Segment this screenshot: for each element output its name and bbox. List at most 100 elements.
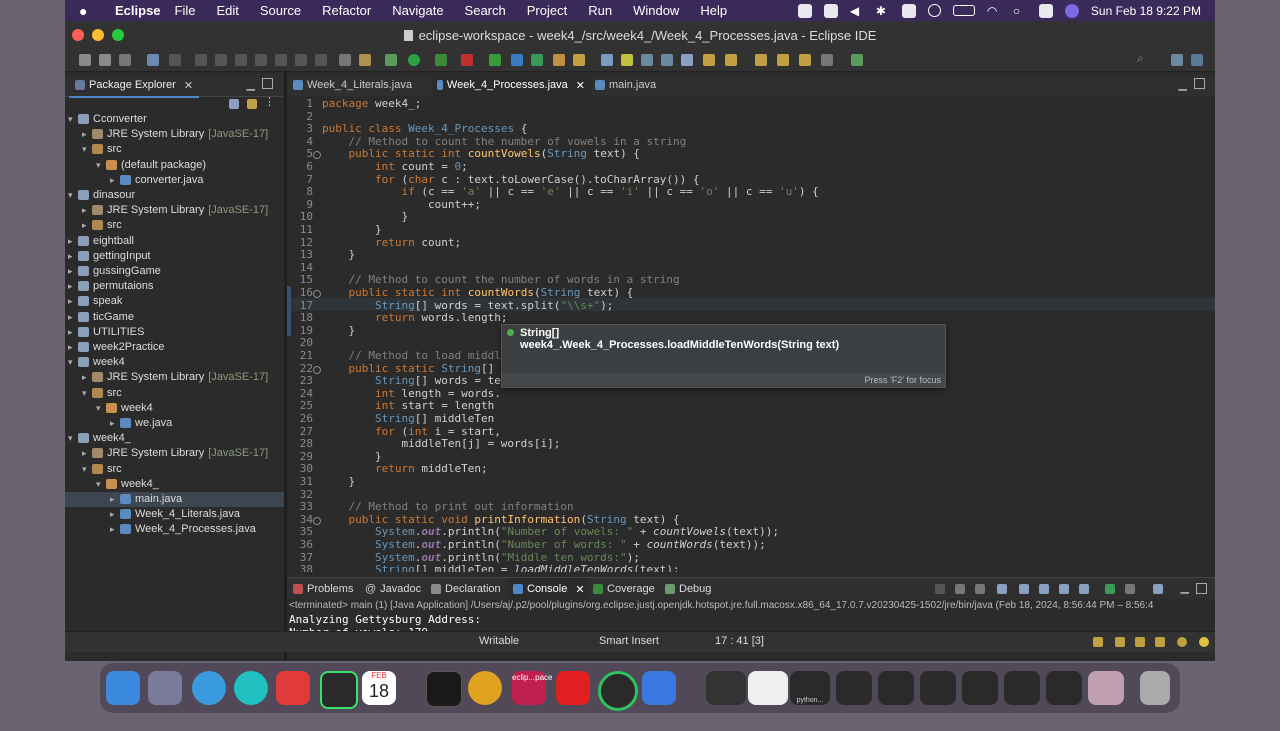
fold-toggle-icon[interactable] — [313, 290, 321, 298]
chrome-icon[interactable] — [468, 671, 502, 705]
chevron-down-icon[interactable]: ▾ — [68, 112, 78, 127]
menu-search[interactable]: Search — [465, 3, 506, 18]
step-into-icon[interactable] — [275, 54, 287, 66]
launchpad-icon[interactable] — [148, 671, 182, 705]
info-icon[interactable] — [927, 4, 941, 17]
window-thumbnail-1[interactable] — [706, 671, 746, 705]
code-line[interactable]: String[] words = te — [322, 374, 501, 388]
tree-item[interactable]: ▸ permutaions — [65, 279, 286, 294]
acrobat-icon[interactable] — [276, 671, 310, 705]
toggle-highlight-icon[interactable] — [621, 54, 633, 66]
tree-item[interactable]: ▸ gettingInput — [65, 249, 286, 264]
tab-week-4-processes[interactable]: Week_4_Processes.java ✕ — [431, 74, 591, 98]
tree-item[interactable]: ▸ speak — [65, 294, 286, 309]
code-line[interactable]: } — [322, 249, 355, 262]
clear-console-icon[interactable] — [997, 584, 1007, 594]
outline-icon[interactable] — [1135, 637, 1145, 647]
tab-javadoc[interactable]: @ Javadoc — [361, 578, 425, 600]
chevron-right-icon[interactable]: ▸ — [110, 492, 120, 507]
code-line[interactable]: if (c == 'a' || c == 'e' || c == 'i' || … — [322, 185, 818, 199]
tip-icon[interactable] — [1177, 637, 1187, 647]
chevron-right-icon[interactable]: ▸ — [68, 234, 78, 249]
scroll-lock-icon[interactable] — [1019, 584, 1029, 594]
bluetooth-icon[interactable]: ✱ — [876, 4, 890, 18]
new-package-icon[interactable] — [511, 54, 523, 66]
menu-refactor[interactable]: Refactor — [322, 3, 371, 18]
maximize-view-icon[interactable] — [262, 78, 273, 89]
window-thumbnail-9[interactable] — [1088, 671, 1124, 705]
window-thumbnail-3[interactable] — [836, 671, 872, 705]
chevron-right-icon[interactable]: ▸ — [82, 218, 92, 233]
battery-icon[interactable] — [952, 5, 975, 16]
menu-file[interactable]: File — [175, 3, 196, 18]
tab-debug[interactable]: Debug — [661, 578, 715, 600]
menu-window[interactable]: Window — [633, 3, 679, 18]
chevron-down-icon[interactable]: ▾ — [96, 477, 106, 492]
code-line[interactable]: int count = 0; — [322, 160, 468, 174]
record-icon[interactable] — [797, 3, 812, 18]
window-thumbnail-4[interactable] — [878, 671, 914, 705]
quick-access-search-icon[interactable]: ⌕ — [1137, 51, 1149, 65]
disconnect-icon[interactable] — [255, 54, 267, 66]
chevron-right-icon[interactable]: ▸ — [110, 522, 120, 537]
chevron-right-icon[interactable]: ▸ — [82, 203, 92, 218]
window-thumbnail-5[interactable] — [920, 671, 956, 705]
java-perspective-icon[interactable] — [1191, 54, 1203, 66]
window-thumbnail-8[interactable] — [1046, 671, 1082, 705]
finder-icon[interactable] — [106, 671, 140, 705]
tree-item[interactable]: ▾ Cconverter — [65, 112, 286, 127]
save-all-icon[interactable] — [119, 54, 131, 66]
code-line[interactable]: String[] middleTen = loadMiddleTenWords(… — [322, 563, 680, 572]
tree-item[interactable]: ▸ ticGame — [65, 310, 286, 325]
tab-package-explorer[interactable]: Package Explorer ✕ — [69, 74, 200, 98]
tree-item[interactable]: ▸ JRE System Library [JavaSE-17] — [65, 127, 300, 142]
new-class-icon[interactable] — [531, 54, 543, 66]
chevron-right-icon[interactable]: ▸ — [82, 370, 92, 385]
new-java-project-icon[interactable] — [489, 54, 501, 66]
tab-problems[interactable]: Problems — [289, 578, 357, 600]
window-thumbnail-2[interactable] — [748, 671, 788, 705]
window-thumbnail-6[interactable] — [962, 671, 998, 705]
debug-icon[interactable] — [385, 54, 397, 66]
trash-icon[interactable] — [1140, 671, 1170, 705]
window-thumbnail-7[interactable] — [1004, 671, 1040, 705]
tree-item[interactable]: ▸ week2Practice — [65, 340, 286, 355]
chevron-right-icon[interactable]: ▸ — [110, 173, 120, 188]
siri-icon[interactable] — [1064, 3, 1079, 18]
pycharm-icon[interactable] — [320, 671, 358, 709]
tree-item[interactable]: ▾ (default package) — [65, 158, 314, 173]
coverage-icon[interactable] — [435, 54, 447, 66]
show-on-stdout-icon[interactable] — [1059, 584, 1069, 594]
calendar-icon[interactable]: FEB 18 — [362, 671, 396, 705]
fold-toggle-icon[interactable] — [313, 151, 321, 160]
chevron-right-icon[interactable]: ▸ — [110, 507, 120, 522]
menu-edit[interactable]: Edit — [216, 3, 238, 18]
chevron-right-icon[interactable]: ▸ — [68, 279, 78, 294]
wifi-icon[interactable]: ◠ — [987, 4, 1001, 18]
eclipse-app-icon[interactable]: eclip...pace — [512, 671, 552, 705]
previous-annotation-icon[interactable] — [725, 54, 737, 66]
control-center-icon[interactable] — [1038, 3, 1053, 18]
app-menu[interactable]: Eclipse — [115, 3, 161, 18]
tab-coverage[interactable]: Coverage — [589, 578, 659, 600]
lightbulb-icon[interactable] — [1199, 637, 1209, 647]
suspend-icon[interactable] — [215, 54, 227, 66]
view-menu-icon[interactable]: ⋮ — [264, 95, 275, 108]
tree-item[interactable]: ▸ src — [65, 218, 300, 233]
tree-item[interactable]: ▾ week4_ — [65, 431, 286, 446]
window-thumbnail-python[interactable]: python... — [790, 671, 830, 705]
apple-menu-icon[interactable]: ● — [79, 3, 99, 19]
git-icon[interactable] — [1093, 637, 1103, 647]
next-annotation-icon[interactable] — [703, 54, 715, 66]
pin-editor-icon[interactable] — [851, 54, 863, 66]
open-perspective-icon[interactable] — [1171, 54, 1183, 66]
wps-office-icon[interactable] — [556, 671, 590, 705]
tree-item[interactable]: ▾ week4 — [65, 401, 314, 416]
tree-item[interactable]: ▸ JRE System Library [JavaSE-17] — [65, 370, 300, 385]
run-icon[interactable] — [408, 54, 420, 66]
close-tab-icon[interactable]: ✕ — [184, 79, 193, 92]
menu-project[interactable]: Project — [527, 3, 567, 18]
minimize-panel-icon[interactable]: ▁ — [1181, 581, 1189, 594]
minimize-window-button[interactable] — [92, 29, 104, 41]
code-line[interactable]: } — [322, 223, 382, 237]
